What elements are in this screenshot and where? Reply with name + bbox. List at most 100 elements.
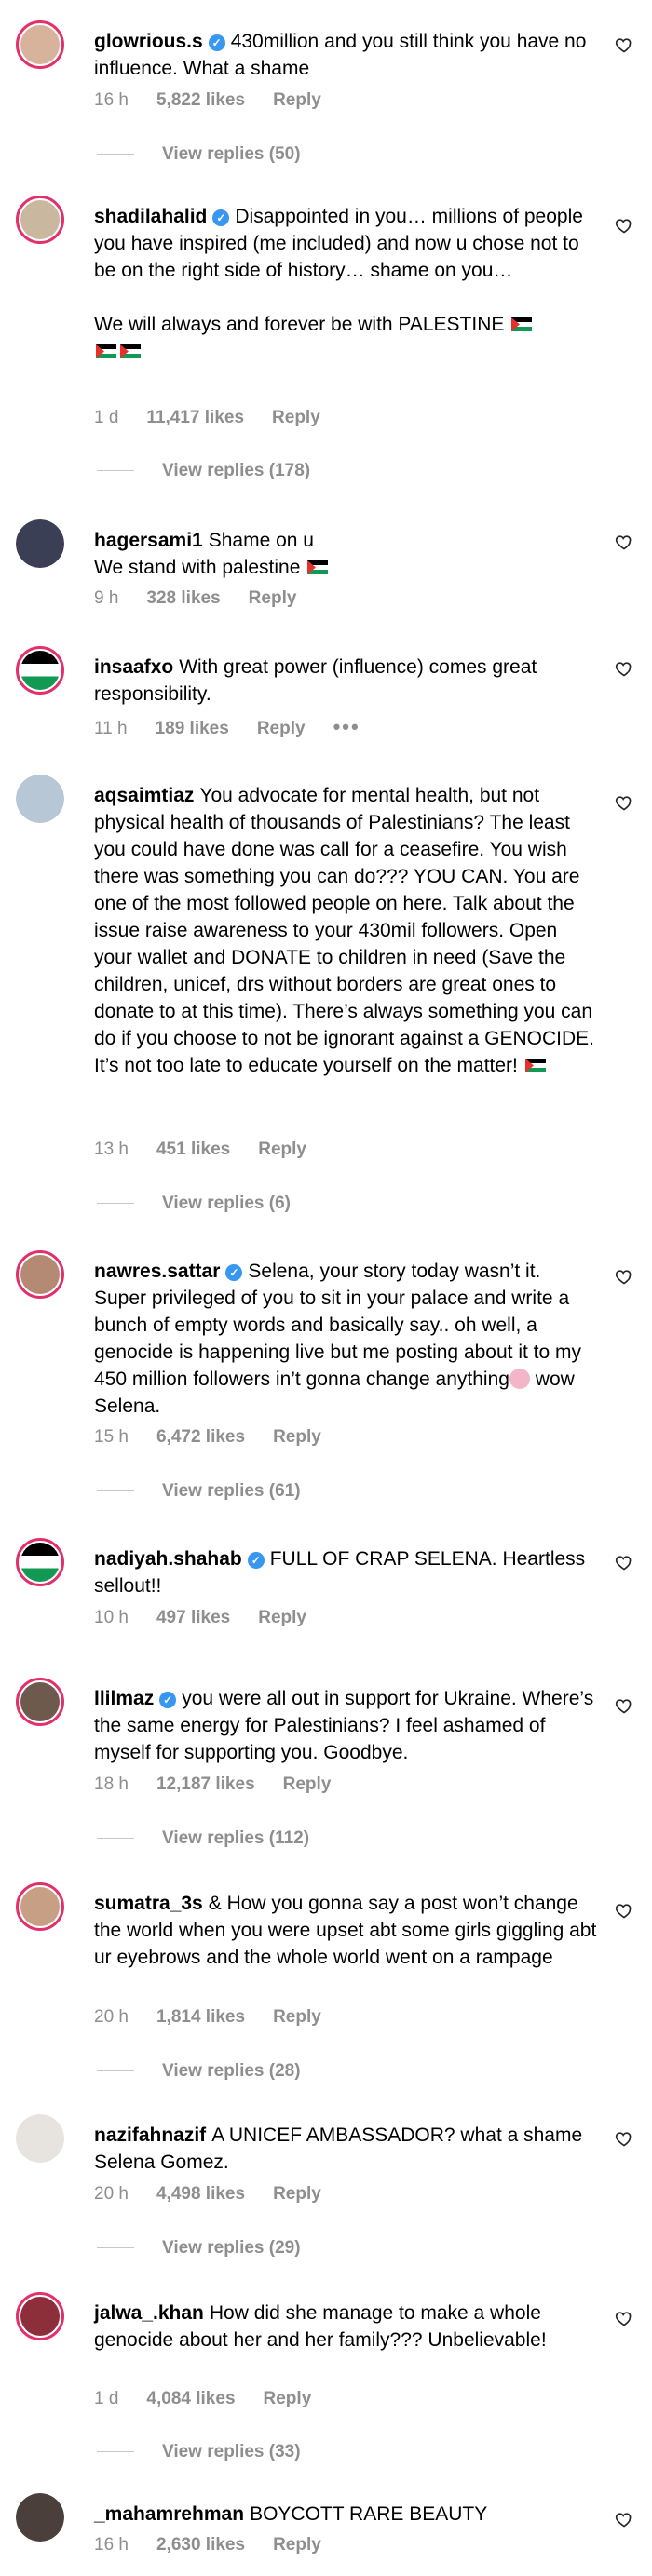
likes-count[interactable]: 11,417 likes bbox=[146, 408, 244, 427]
comment-time: 20 h bbox=[94, 2007, 129, 2027]
comment-meta: 1 d 4,084 likes Reply bbox=[94, 2389, 339, 2409]
likes-count[interactable]: 451 likes bbox=[156, 1140, 230, 1159]
palestine-flag-emoji bbox=[120, 344, 141, 358]
avatar[interactable] bbox=[16, 646, 64, 695]
likes-count[interactable]: 4,498 likes bbox=[156, 2184, 245, 2204]
comment-meta: 9 h 328 likes Reply bbox=[94, 588, 324, 609]
reply-button[interactable]: Reply bbox=[283, 1774, 332, 1794]
heart-icon[interactable] bbox=[615, 2510, 633, 2529]
comment-body: You advocate for mental health, but not … bbox=[94, 785, 594, 1076]
comment-time: 1 d bbox=[94, 408, 119, 427]
reply-button[interactable]: Reply bbox=[264, 2389, 312, 2408]
heart-icon[interactable] bbox=[615, 793, 633, 812]
reply-button[interactable]: Reply bbox=[273, 2535, 321, 2555]
heart-icon[interactable] bbox=[615, 1553, 633, 1571]
reply-button[interactable]: Reply bbox=[272, 408, 320, 427]
comment-meta: 10 h 497 likes Reply bbox=[94, 1608, 334, 1628]
more-options-icon[interactable]: ••• bbox=[333, 715, 360, 738]
reply-button[interactable]: Reply bbox=[273, 2007, 321, 2027]
heart-icon[interactable] bbox=[615, 35, 633, 54]
heart-icon[interactable] bbox=[615, 1901, 633, 1920]
username[interactable]: nawres.sattar bbox=[94, 1261, 220, 1282]
username[interactable]: insaafxo bbox=[94, 656, 173, 678]
comment-meta: 20 h 1,814 likes Reply bbox=[94, 2007, 349, 2028]
avatar[interactable] bbox=[16, 1678, 64, 1726]
likes-count[interactable]: 4,084 likes bbox=[146, 2389, 235, 2408]
likes-count[interactable]: 497 likes bbox=[156, 1608, 230, 1627]
palestine-flag-emoji bbox=[511, 317, 533, 331]
heart-icon[interactable] bbox=[615, 533, 633, 551]
avatar[interactable] bbox=[16, 1538, 64, 1586]
view-replies-button[interactable]: View replies (61) bbox=[97, 1481, 301, 1502]
heart-icon[interactable] bbox=[615, 1696, 633, 1715]
reply-button[interactable]: Reply bbox=[258, 1140, 306, 1159]
heart-icon[interactable] bbox=[615, 216, 633, 235]
likes-count[interactable]: 1,814 likes bbox=[156, 2007, 245, 2027]
reply-button[interactable]: Reply bbox=[249, 588, 297, 608]
reply-button[interactable]: Reply bbox=[273, 90, 321, 110]
comment-time: 20 h bbox=[94, 2184, 129, 2204]
comment-time: 1 d bbox=[94, 2389, 119, 2408]
username[interactable]: nazifahnazif bbox=[94, 2124, 206, 2146]
comment-text: nazifahnazif A UNICEF AMBASSADOR? what a … bbox=[94, 2122, 597, 2176]
username[interactable]: shadilahalid bbox=[94, 206, 207, 227]
likes-count[interactable]: 189 likes bbox=[156, 719, 229, 738]
username[interactable]: llilmaz bbox=[94, 1688, 154, 1709]
username[interactable]: jalwa_.khan bbox=[94, 2302, 204, 2324]
avatar[interactable] bbox=[16, 775, 64, 823]
comment-time: 10 h bbox=[94, 1608, 129, 1627]
comment-text: nawres.sattar ✓ Selena, your story today w… bbox=[94, 1258, 597, 1420]
view-replies-button[interactable]: View replies (178) bbox=[97, 461, 310, 481]
comment-time: 15 h bbox=[94, 1427, 129, 1447]
view-replies-button[interactable]: View replies (112) bbox=[97, 1828, 309, 1849]
likes-count[interactable]: 12,187 likes bbox=[156, 1774, 255, 1794]
heart-icon[interactable] bbox=[615, 1267, 633, 1286]
likes-count[interactable]: 328 likes bbox=[146, 588, 220, 608]
heart-icon[interactable] bbox=[615, 2129, 633, 2148]
likes-count[interactable]: 2,630 likes bbox=[156, 2535, 245, 2555]
likes-count[interactable]: 6,472 likes bbox=[156, 1427, 245, 1447]
comment-text: hagersami1 Shame on u We stand with palest… bbox=[94, 527, 597, 581]
likes-count[interactable]: 5,822 likes bbox=[156, 90, 245, 110]
username[interactable]: glowrious.s bbox=[94, 31, 203, 52]
palestine-flag-emoji bbox=[96, 344, 116, 358]
avatar[interactable] bbox=[16, 2114, 64, 2163]
comment-meta: 1 d 11,417 likes Reply bbox=[94, 408, 348, 428]
avatar[interactable] bbox=[16, 1882, 64, 1931]
verified-badge-icon: ✓ bbox=[159, 1692, 177, 1708]
comment-text: shadilahalid ✓ Disappointed in you… millio… bbox=[94, 203, 597, 365]
reply-button[interactable]: Reply bbox=[257, 719, 306, 738]
palestine-flag-emoji bbox=[524, 1059, 546, 1072]
reply-button[interactable]: Reply bbox=[273, 1427, 321, 1447]
username[interactable]: aqsaimtiaz bbox=[94, 785, 194, 806]
avatar[interactable] bbox=[16, 20, 64, 69]
comment-time: 9 h bbox=[94, 588, 119, 608]
comment-meta: 11 h 189 likes Reply ••• bbox=[94, 715, 388, 739]
comment-time: 11 h bbox=[94, 719, 128, 738]
heart-icon[interactable] bbox=[615, 2309, 633, 2327]
comment-text: llilmaz ✓ you were all out in support for … bbox=[94, 1685, 597, 1766]
comment-text: _mahamrehman BOYCOTT RARE BEAUTY bbox=[94, 2501, 597, 2528]
view-replies-button[interactable]: View replies (29) bbox=[97, 2238, 301, 2259]
username[interactable]: hagersami1 bbox=[94, 530, 203, 551]
reply-button[interactable]: Reply bbox=[273, 2184, 321, 2204]
username[interactable]: sumatra_3s bbox=[94, 1893, 203, 1914]
avatar[interactable] bbox=[16, 2292, 64, 2340]
username[interactable]: nadiyah.shahab bbox=[94, 1548, 242, 1570]
avatar[interactable] bbox=[16, 2493, 64, 2542]
username[interactable]: _mahamrehman bbox=[94, 2503, 244, 2525]
avatar[interactable] bbox=[16, 1250, 64, 1299]
comment-meta: 13 h 451 likes Reply bbox=[94, 1140, 334, 1160]
view-replies-button[interactable]: View replies (6) bbox=[97, 1194, 291, 1214]
avatar[interactable] bbox=[16, 196, 64, 244]
comment-body: Shame on u bbox=[208, 530, 314, 551]
heart-icon[interactable] bbox=[615, 659, 633, 678]
view-replies-button[interactable]: View replies (33) bbox=[97, 2442, 301, 2462]
view-replies-button[interactable]: View replies (28) bbox=[97, 2061, 301, 2082]
person-emoji bbox=[509, 1369, 530, 1389]
comment-text: aqsaimtiaz You advocate for mental health… bbox=[94, 782, 597, 1079]
reply-button[interactable]: Reply bbox=[258, 1608, 306, 1627]
view-replies-button[interactable]: View replies (50) bbox=[97, 144, 301, 165]
avatar[interactable] bbox=[16, 519, 64, 568]
comment-meta: 16 h 2,630 likes Reply bbox=[94, 2535, 349, 2556]
